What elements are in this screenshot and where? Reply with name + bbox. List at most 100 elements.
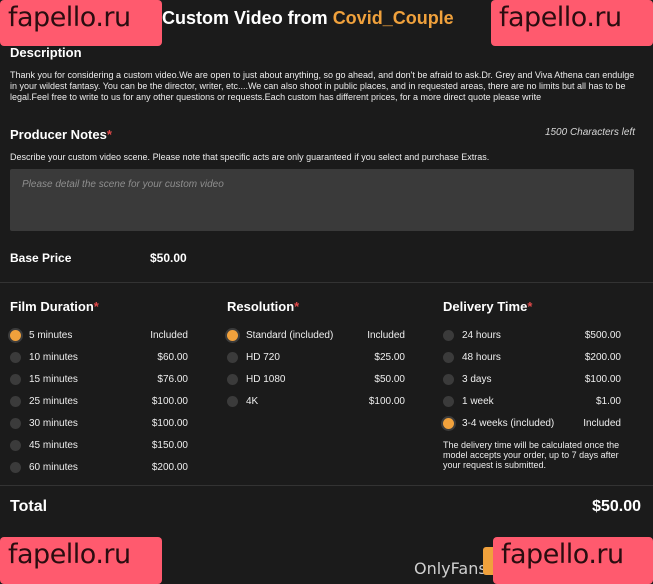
film-duration-label: Film Duration	[10, 299, 94, 314]
radio-button[interactable]	[10, 439, 21, 451]
radio-button[interactable]	[443, 395, 454, 407]
resolution-option[interactable]: HD 720 $25.00	[227, 346, 405, 368]
film-duration-option[interactable]: 25 minutes $100.00	[10, 390, 188, 412]
base-price-value: $50.00	[150, 251, 187, 265]
resolution-option[interactable]: Standard (included) Included	[227, 324, 405, 346]
watermark-bottom-right: fapello.ru	[493, 537, 653, 584]
delivery-time-label: Delivery Time	[443, 299, 528, 314]
base-price-label: Base Price	[10, 251, 72, 265]
option-label: HD 720	[246, 351, 280, 363]
required-mark: *	[527, 299, 533, 314]
option-label: Standard (included)	[246, 329, 334, 341]
film-duration-options: 5 minutes Included 10 minutes $60.00 15 minu…	[10, 324, 188, 478]
delivery-time-options: 24 hours $500.00 48 hours $200.00 3 days $100…	[443, 324, 621, 434]
radio-button[interactable]	[10, 461, 21, 473]
resolution-option[interactable]: HD 1080 $50.00	[227, 368, 405, 390]
option-label: 10 minutes	[29, 351, 78, 363]
producer-notes-heading: Producer Notes*	[10, 127, 112, 142]
film-duration-option[interactable]: 10 minutes $60.00	[10, 346, 188, 368]
option-price: $100.00	[584, 373, 621, 385]
characters-left-counter: 1500 Characters left	[544, 127, 635, 138]
film-duration-option[interactable]: 60 minutes $200.00	[10, 456, 188, 478]
radio-button[interactable]	[227, 329, 238, 341]
resolution-heading: Resolution*	[227, 299, 405, 314]
option-label: 1 week	[462, 395, 494, 407]
option-price: $1.00	[595, 395, 621, 407]
delivery-time-option[interactable]: 3 days $100.00	[443, 368, 621, 390]
option-label: 45 minutes	[29, 439, 78, 451]
resolution-option[interactable]: 4K $100.00	[227, 390, 405, 412]
radio-button[interactable]	[443, 373, 454, 385]
model-name[interactable]: Covid_Couple	[333, 8, 454, 28]
description-text: Thank you for considering a custom video…	[10, 70, 635, 102]
total-label: Total	[10, 498, 48, 515]
option-label: 25 minutes	[29, 395, 78, 407]
film-duration-group: Film Duration* 5 minutes Included 10 minut…	[10, 299, 188, 478]
producer-notes-label: Producer Notes	[10, 127, 107, 142]
film-duration-option[interactable]: 5 minutes Included	[10, 324, 188, 346]
required-mark: *	[93, 299, 99, 314]
option-price: $200.00	[584, 351, 621, 363]
film-duration-option[interactable]: 15 minutes $76.00	[10, 368, 188, 390]
option-price: $500.00	[584, 329, 621, 341]
option-price: $60.00	[157, 351, 188, 363]
radio-button[interactable]	[10, 395, 21, 407]
radio-button[interactable]	[10, 351, 21, 363]
option-price: $150.00	[151, 439, 188, 451]
option-price: $100.00	[151, 417, 188, 429]
onlyfans-text: OnlyFans	[414, 559, 487, 578]
option-label: 3 days	[462, 373, 492, 385]
option-price: $25.00	[374, 351, 405, 363]
resolution-group: Resolution* Standard (included) Included H…	[227, 299, 405, 412]
option-label: 15 minutes	[29, 373, 78, 385]
option-label: 3-4 weeks (included)	[462, 417, 555, 429]
delivery-time-option[interactable]: 48 hours $200.00	[443, 346, 621, 368]
divider	[0, 485, 653, 486]
film-duration-heading: Film Duration*	[10, 299, 188, 314]
radio-button[interactable]	[443, 417, 454, 429]
page-title-prefix: Custom Video from	[162, 8, 333, 28]
radio-button[interactable]	[10, 373, 21, 385]
option-label: 30 minutes	[29, 417, 78, 429]
option-price: Included	[583, 417, 621, 429]
radio-button[interactable]	[443, 351, 454, 363]
option-label: 4K	[246, 395, 259, 407]
delivery-time-option[interactable]: 24 hours $500.00	[443, 324, 621, 346]
delivery-time-heading: Delivery Time*	[443, 299, 621, 314]
delivery-time-note: The delivery time will be calculated onc…	[443, 440, 620, 470]
radio-button[interactable]	[227, 373, 238, 385]
option-label: HD 1080	[246, 373, 286, 385]
option-price: $50.00	[374, 373, 405, 385]
option-price: $76.00	[157, 373, 188, 385]
option-label: 24 hours	[462, 329, 501, 341]
option-label: 5 minutes	[29, 329, 73, 341]
delivery-time-group: Delivery Time* 24 hours $500.00 48 hours $2…	[443, 299, 621, 470]
option-price: Included	[150, 329, 188, 341]
delivery-time-option[interactable]: 3-4 weeks (included) Included	[443, 412, 621, 434]
option-label: 60 minutes	[29, 461, 78, 473]
watermark-top-left: fapello.ru	[0, 0, 162, 46]
film-duration-option[interactable]: 30 minutes $100.00	[10, 412, 188, 434]
resolution-label: Resolution	[227, 299, 295, 314]
radio-button[interactable]	[10, 417, 21, 429]
option-label: 48 hours	[462, 351, 501, 363]
watermark-bottom-left: fapello.ru	[0, 537, 162, 584]
producer-notes-input[interactable]: Please detail the scene for your custom …	[10, 169, 634, 231]
producer-notes-placeholder: Please detail the scene for your custom …	[22, 179, 224, 190]
option-price: Included	[367, 329, 405, 341]
required-mark: *	[106, 127, 112, 142]
option-price: $200.00	[151, 461, 188, 473]
resolution-options: Standard (included) Included HD 720 $25.00 H…	[227, 324, 405, 412]
radio-button[interactable]	[10, 329, 21, 341]
film-duration-option[interactable]: 45 minutes $150.00	[10, 434, 188, 456]
option-price: $100.00	[368, 395, 405, 407]
radio-button[interactable]	[227, 395, 238, 407]
radio-button[interactable]	[443, 329, 454, 341]
radio-button[interactable]	[227, 351, 238, 363]
divider	[0, 282, 653, 283]
watermark-top-right: fapello.ru	[491, 0, 653, 46]
total-value: $50.00	[592, 498, 641, 515]
required-mark: *	[294, 299, 300, 314]
description-heading: Description	[10, 45, 82, 60]
delivery-time-option[interactable]: 1 week $1.00	[443, 390, 621, 412]
